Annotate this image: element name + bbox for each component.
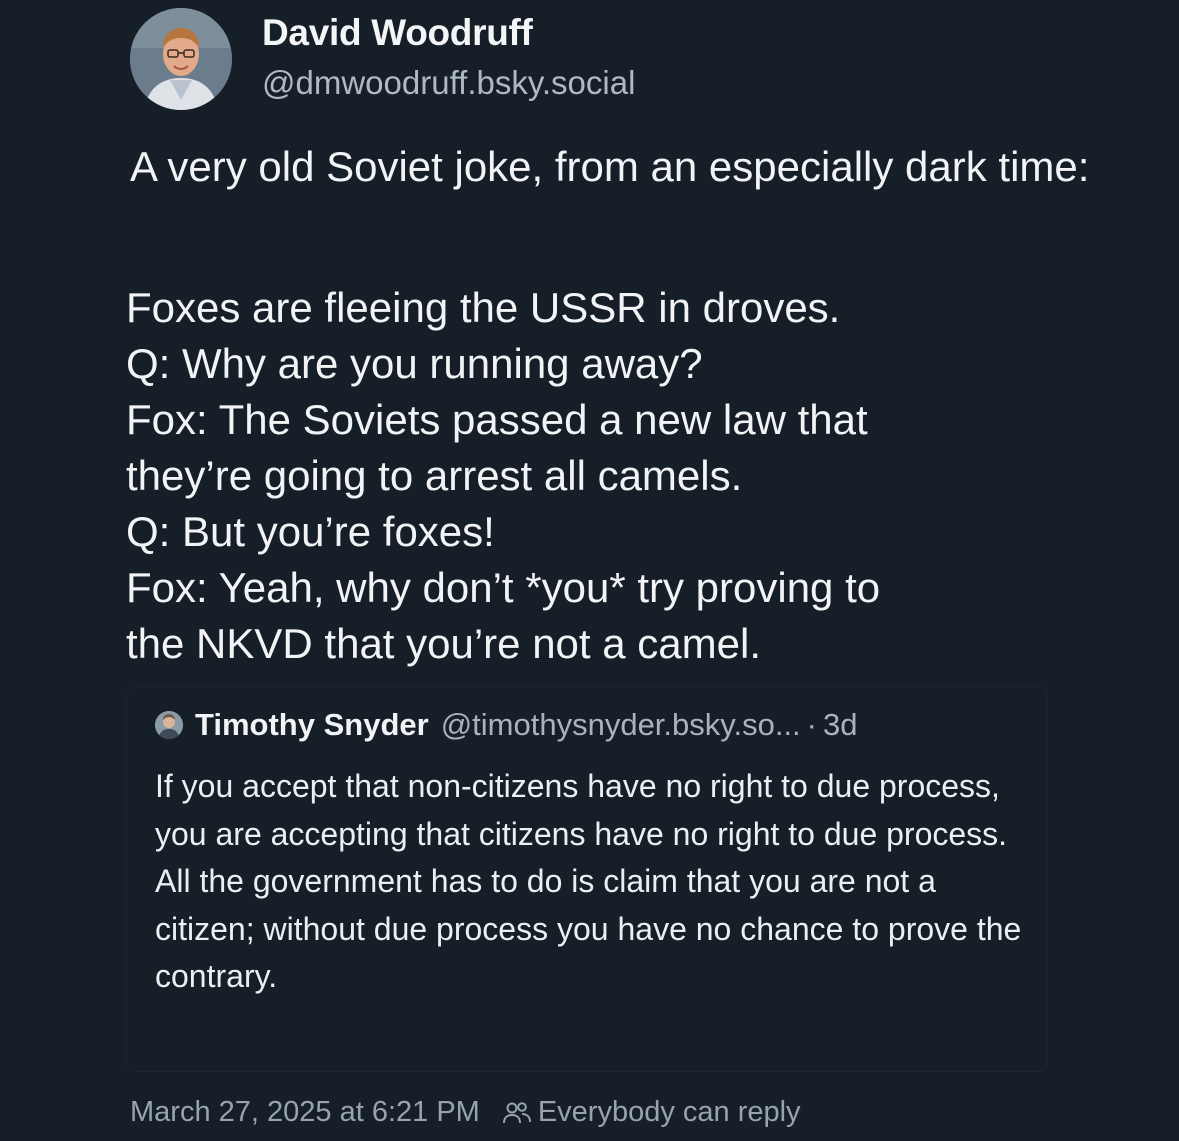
post-card: David Woodruff @dmwoodruff.bsky.social A… [0, 0, 1179, 1141]
joke-line: they’re going to arrest all camels. [126, 452, 743, 499]
post-timestamp: March 27, 2025 at 6:21 PM [130, 1096, 480, 1128]
author-handle[interactable]: @dmwoodruff.bsky.social [262, 64, 635, 102]
post-intro-text: A very old Soviet joke, from an especial… [130, 143, 1090, 190]
quoted-author-name[interactable]: Timothy Snyder [195, 707, 429, 743]
joke-line: Fox: Yeah, why don’t *you* try proving t… [126, 564, 881, 611]
post-joke-text: Foxes are fleeing the USSR in droves. Q:… [126, 280, 1136, 672]
separator-dot: · [806, 707, 817, 742]
author-avatar[interactable] [130, 8, 232, 110]
joke-line: Q: But you’re foxes! [126, 508, 495, 555]
quoted-post-text: If you accept that non-citizens have no … [155, 768, 1022, 994]
joke-line: Q: Why are you running away? [126, 340, 703, 387]
quoted-post-age: 3d [823, 707, 858, 742]
people-icon [502, 1101, 531, 1123]
joke-line: the NKVD that you’re not a camel. [126, 620, 761, 667]
quoted-author-avatar[interactable] [155, 711, 183, 739]
joke-line: Foxes are fleeing the USSR in droves. [126, 284, 841, 331]
quoted-post[interactable]: Timothy Snyder @timothysnyder.bsky.so...… [126, 686, 1048, 1072]
author-display-name[interactable]: David Woodruff [262, 12, 533, 54]
user-avatar-photo-icon [130, 8, 232, 110]
quoted-author-handle[interactable]: @timothysnyder.bsky.so... [441, 707, 801, 743]
quoted-post-header: Timothy Snyder @timothysnyder.bsky.so...… [155, 707, 857, 743]
reply-setting[interactable]: Everybody can reply [538, 1096, 801, 1129]
post-footer: March 27, 2025 at 6:21 PM Everybody can … [130, 1096, 801, 1129]
joke-line: Fox: The Soviets passed a new law that [126, 396, 868, 443]
user-avatar-photo-icon [155, 711, 183, 739]
